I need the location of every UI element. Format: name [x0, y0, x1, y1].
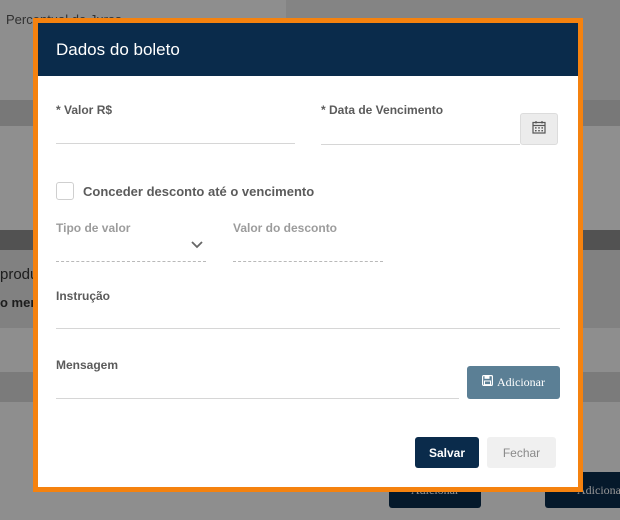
- salvar-button[interactable]: Salvar: [415, 437, 479, 468]
- desconto-checkbox[interactable]: [56, 182, 74, 200]
- modal-title: Dados do boleto: [56, 39, 180, 59]
- modal-header: Dados do boleto: [38, 23, 578, 76]
- data-vencimento-input[interactable]: [321, 144, 520, 145]
- instrucao-input[interactable]: [56, 328, 560, 329]
- data-vencimento-label: * Data de Vencimento: [321, 103, 444, 117]
- boleto-modal: Dados do boleto * Valor R$ * Data de Ven…: [33, 18, 583, 492]
- valor-label: * Valor R$: [56, 103, 113, 117]
- calendar-icon: [532, 120, 546, 139]
- instrucao-label: Instrução: [56, 289, 111, 303]
- modal-body: * Valor R$ * Data de Vencimento Conceder…: [38, 76, 578, 487]
- mensagem-label: Mensagem: [56, 358, 119, 372]
- valor-desconto-input[interactable]: [233, 261, 383, 262]
- adicionar-button-label: Adicionar: [497, 375, 545, 389]
- valor-desconto-label: Valor do desconto: [233, 221, 338, 235]
- tipo-valor-label: Tipo de valor: [56, 221, 131, 235]
- calendar-button[interactable]: [520, 113, 558, 145]
- valor-input[interactable]: [56, 143, 295, 144]
- save-icon: [482, 375, 494, 390]
- adicionar-button[interactable]: Adicionar: [467, 366, 560, 399]
- desconto-checkbox-label[interactable]: Conceder desconto até o vencimento: [83, 184, 314, 199]
- tipo-valor-select[interactable]: [56, 261, 206, 262]
- mensagem-input[interactable]: [56, 398, 459, 399]
- fechar-button[interactable]: Fechar: [487, 437, 556, 468]
- chevron-down-icon: [191, 241, 203, 249]
